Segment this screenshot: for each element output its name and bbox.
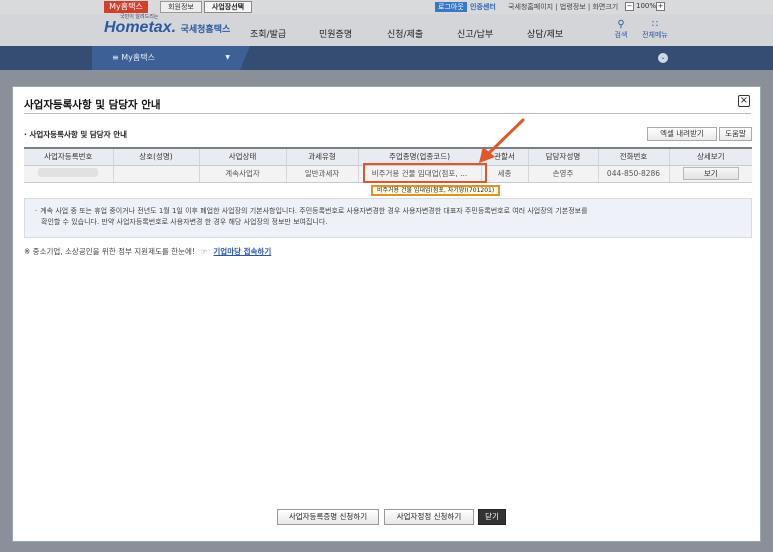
menu-certificate[interactable]: 민원증명: [319, 27, 352, 40]
col-tax-type: 과세유형: [285, 147, 358, 166]
cell-tax-type: 일반과세자: [285, 165, 358, 183]
all-menu-label: 전체메뉴: [642, 31, 668, 39]
zoom-value: 100%: [636, 2, 657, 10]
link-icon: ☞: [200, 247, 208, 256]
excel-download-button[interactable]: 엑셀 내려받기: [647, 127, 717, 141]
hometax-logo[interactable]: 국민이 알려드리는 Hometax. 국세청홈택스: [104, 14, 231, 37]
cell-name: [112, 165, 199, 183]
col-detail: 상세보기: [668, 147, 752, 166]
top-utility-bar: My홈택스 회원정보 사업장선택 로그아웃 인증센터 국세청홈페이지 | 법령정…: [0, 0, 773, 14]
col-phone: 전화번호: [597, 147, 669, 166]
tab-wedge: [240, 46, 250, 70]
industry-highlight-box: [363, 163, 487, 183]
col-manager: 담당자성명: [527, 147, 598, 166]
business-registration-modal: 사업자등록사항 및 담당자 안내 × · 사업자등록사항 및 담당자 안내 엑셀…: [12, 86, 761, 542]
logo-tagline: 국민이 알려드리는: [120, 14, 159, 20]
cell-reg-no: [24, 165, 113, 183]
cell-detail: 보기: [668, 165, 752, 183]
title-divider: [24, 113, 751, 114]
search-button[interactable]: ⚲ 검색: [608, 19, 634, 40]
help-button[interactable]: 도움말: [719, 127, 752, 141]
col-reg-no: 사업자등록번호: [24, 147, 113, 166]
logo-sub: 국세청홈택스: [180, 25, 231, 35]
search-icon: ⚲: [617, 19, 625, 30]
all-menu-button[interactable]: ∷ 전체메뉴: [642, 19, 668, 40]
menu-inquiry[interactable]: 조회/발급: [250, 27, 286, 40]
logo-main: Hometax.: [104, 19, 177, 36]
sub-nav-bar: ≡ My홈택스 ▼ ⌄: [0, 46, 773, 70]
promo-line: ※ 중소기업, 소상공인을 위한 정부 지원제도를 한눈에! ☞ 기업마당 접속…: [24, 246, 271, 257]
my-hometax-button[interactable]: My홈택스: [104, 1, 148, 13]
apply-correction-button[interactable]: 사업자정정 신청하기: [384, 509, 474, 525]
my-hometax-tab-label: My홈택스: [121, 53, 155, 62]
cell-status: 계속사업자: [198, 165, 286, 183]
modal-title: 사업자등록사항 및 담당자 안내: [24, 99, 161, 111]
notice-line-2: 확인할 수 있습니다. 만약 사업자등록번호로 사용자변경 한 경우 해당 사업…: [41, 218, 328, 226]
logout-button[interactable]: 로그아웃: [435, 2, 467, 12]
section-title: · 사업자등록사항 및 담당자 안내: [24, 130, 128, 139]
search-label: 검색: [614, 31, 628, 39]
cell-manager: 손영주: [527, 165, 598, 183]
bizinfo-link[interactable]: 기업마당 접속하기: [213, 247, 271, 256]
notice-line-1: · 계속 사업 중 또는 휴업 중이거나 전년도 1월 1일 이후 폐업한 사업장…: [35, 207, 588, 215]
menu-filing[interactable]: 신고/납부: [457, 27, 493, 40]
detail-view-button[interactable]: 보기: [682, 167, 739, 180]
promo-text: ※ 중소기업, 소상공인을 위한 정부 지원제도를 한눈에!: [24, 247, 195, 256]
menu-application[interactable]: 신청/제출: [387, 27, 423, 40]
cert-center-link[interactable]: 인증센터: [470, 2, 496, 12]
menu-consult[interactable]: 상담/제보: [527, 27, 563, 40]
redacted-value: [38, 168, 99, 177]
hamburger-icon: ≡: [112, 53, 119, 62]
utility-links[interactable]: 국세청홈페이지 | 법령정보 | 화면크기: [508, 2, 618, 12]
expand-circle-icon[interactable]: ⌄: [658, 53, 668, 63]
cell-phone: 044-850-8286: [597, 165, 669, 183]
business-select-button[interactable]: 사업장선택: [204, 1, 252, 13]
close-icon[interactable]: ×: [738, 95, 750, 107]
apply-certificate-button[interactable]: 사업자등록증명 신청하기: [277, 509, 379, 525]
zoom-out-button[interactable]: −: [625, 2, 634, 11]
grid-menu-icon: ∷: [651, 19, 659, 30]
my-hometax-tab[interactable]: ≡ My홈택스 ▼: [92, 46, 240, 70]
col-name: 상호(성명): [112, 147, 199, 166]
col-status: 사업상태: [198, 147, 286, 166]
zoom-in-button[interactable]: +: [656, 2, 665, 11]
cell-office: 세종: [480, 165, 528, 183]
notice-box: · 계속 사업 중 또는 휴업 중이거나 전년도 1월 1일 이후 폐업한 사업장…: [24, 198, 752, 238]
close-button[interactable]: 닫기: [478, 509, 506, 525]
arrow-annotation-icon: [479, 118, 525, 163]
member-info-button[interactable]: 회원정보: [160, 1, 202, 13]
caret-down-icon: ▼: [225, 54, 230, 61]
industry-tooltip: 비주거용 건물 임대업(점포, 자기땅)(701201): [371, 185, 501, 196]
